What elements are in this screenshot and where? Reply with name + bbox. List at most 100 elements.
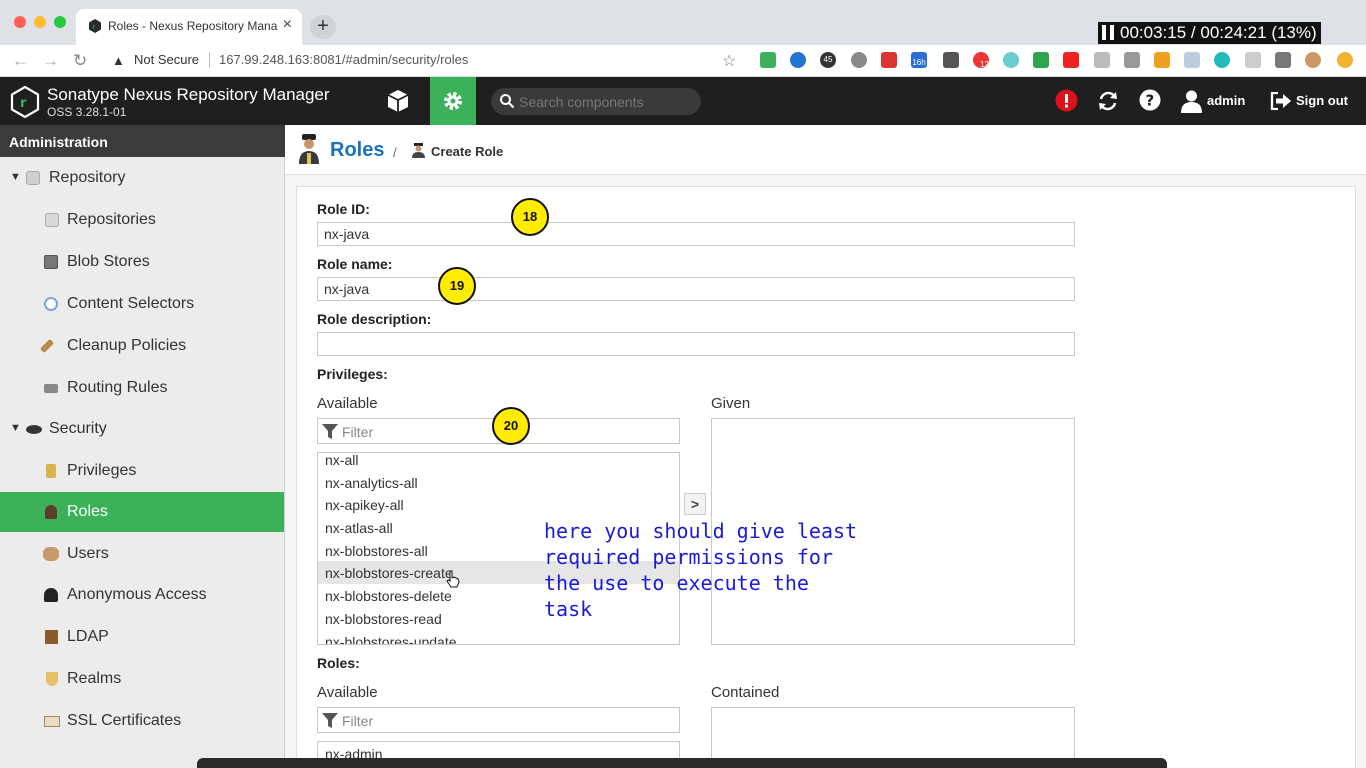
refresh-icon[interactable]	[1097, 89, 1119, 113]
create-role-icon	[412, 143, 425, 158]
filter-icon	[322, 424, 338, 439]
extension-circle-icon[interactable]	[790, 52, 806, 68]
list-item[interactable]: nx-analytics-all	[318, 471, 679, 494]
admin-sidebar: Administration ▼ Repository Repositories…	[0, 125, 285, 768]
breadcrumb-separator: /	[393, 145, 397, 160]
sidebar-item-cleanup-policies[interactable]: Cleanup Policies	[0, 326, 284, 366]
shield-icon	[46, 672, 58, 686]
move-right-button[interactable]: >	[684, 493, 706, 515]
new-tab-button[interactable]: +	[310, 15, 336, 39]
extension-drive-icon[interactable]	[1033, 52, 1049, 68]
sidebar-item-ldap[interactable]: LDAP	[0, 617, 284, 657]
breadcrumb-roles-link[interactable]: Roles	[330, 139, 384, 162]
database-icon	[45, 213, 59, 227]
sidebar-item-label: LDAP	[67, 628, 109, 645]
pause-icon[interactable]	[1102, 25, 1114, 40]
sidebar-group-repository[interactable]: ▼ Repository	[0, 158, 284, 198]
sidebar-group-security[interactable]: ▼ Security	[0, 409, 284, 449]
sidebar-item-content-selectors[interactable]: Content Selectors	[0, 284, 284, 324]
sidebar-item-users[interactable]: Users	[0, 534, 284, 574]
sign-out-icon[interactable]	[1270, 92, 1291, 110]
step-marker-19: 19	[438, 267, 476, 305]
eye-icon	[26, 425, 42, 434]
extension-45-icon[interactable]: 45	[820, 52, 836, 68]
router-icon	[44, 384, 58, 393]
not-secure-label[interactable]: Not Secure	[134, 52, 199, 67]
list-item[interactable]: nx-blobstores-update	[318, 630, 679, 644]
extension-gray-icon[interactable]	[851, 52, 867, 68]
extension-n-icon[interactable]	[760, 52, 776, 68]
sidebar-item-label: Content Selectors	[67, 295, 195, 312]
expand-caret-icon[interactable]: ▼	[10, 171, 21, 183]
certificate-icon	[44, 716, 60, 727]
bookmark-star-icon[interactable]: ☆	[722, 51, 736, 71]
username[interactable]: admin	[1207, 93, 1245, 108]
sidebar-item-label: Cleanup Policies	[67, 337, 187, 354]
sign-out-link[interactable]: Sign out	[1296, 93, 1348, 108]
sidebar-item-realms[interactable]: Realms	[0, 659, 284, 699]
main-content: Roles / Create Role Role ID: Role name: …	[285, 125, 1366, 768]
extension-bookmark-icon[interactable]	[1094, 52, 1110, 68]
sidebar-item-roles[interactable]: Roles	[0, 492, 284, 532]
tab-close-icon[interactable]: ×	[283, 16, 292, 34]
hand-cursor-icon	[446, 570, 460, 588]
screen: r Roles - Nexus Repository Mana × + 00:0…	[0, 0, 1366, 768]
roles-filter[interactable]	[317, 707, 680, 733]
administration-gear-button[interactable]	[430, 77, 476, 125]
extension-12-icon[interactable]: 12	[973, 52, 989, 68]
sidebar-item-label: Privileges	[67, 462, 137, 479]
minimize-window-button[interactable]	[34, 16, 46, 28]
url-field[interactable]: 167.99.248.163:8081/#admin/security/role…	[219, 52, 468, 67]
step-marker-18: 18	[511, 198, 549, 236]
database-icon	[26, 171, 40, 185]
sidebar-item-label: Roles	[67, 503, 108, 520]
list-item[interactable]: nx-all	[318, 453, 679, 471]
sidebar-item-blob-stores[interactable]: Blob Stores	[0, 242, 284, 282]
profile-avatar-icon[interactable]	[1305, 52, 1321, 68]
sidebar-item-label: Anonymous Access	[67, 586, 207, 603]
update-icon[interactable]	[1337, 52, 1353, 68]
url-divider	[209, 52, 210, 68]
extension-red-icon[interactable]	[881, 52, 897, 68]
extension-play-icon[interactable]	[1063, 52, 1079, 68]
extension-m-icon[interactable]	[1214, 52, 1230, 68]
extension-s-icon[interactable]	[943, 52, 959, 68]
back-arrow-icon[interactable]: ←	[12, 51, 29, 71]
extension-16h-icon[interactable]: 16h	[911, 52, 927, 68]
role-name-input[interactable]	[317, 277, 1075, 301]
expand-caret-icon[interactable]: ▼	[10, 422, 21, 434]
forward-arrow-icon[interactable]: →	[42, 51, 59, 71]
privileges-given-label: Given	[711, 395, 751, 412]
extension-c-icon[interactable]	[1245, 52, 1261, 68]
close-window-button[interactable]	[14, 16, 26, 28]
sidebar-item-privileges[interactable]: Privileges	[0, 451, 284, 491]
maximize-window-button[interactable]	[54, 16, 66, 28]
role-description-input[interactable]	[317, 332, 1075, 356]
extension-orange-icon[interactable]	[1154, 52, 1170, 68]
sidebar-item-repositories[interactable]: Repositories	[0, 200, 284, 240]
sidebar-item-label: Repository	[49, 169, 126, 186]
sidebar-item-anonymous-access[interactable]: Anonymous Access	[0, 575, 284, 615]
sidebar-item-routing-rules[interactable]: Routing Rules	[0, 368, 284, 408]
role-id-input[interactable]	[317, 222, 1075, 246]
sidebar-item-ssl-certificates[interactable]: SSL Certificates	[0, 701, 284, 741]
help-icon[interactable]: ?	[1139, 89, 1161, 111]
svg-text:?: ?	[1146, 92, 1155, 110]
role-id-label: Role ID:	[317, 201, 370, 217]
user-icon[interactable]	[1181, 89, 1202, 113]
macos-dock	[197, 758, 1167, 768]
roles-filter-input[interactable]	[342, 712, 672, 729]
browse-cube-icon[interactable]	[385, 88, 411, 114]
system-alert-icon[interactable]	[1055, 89, 1078, 112]
extension-atom-icon[interactable]	[1003, 52, 1019, 68]
warning-icon[interactable]: ▲	[112, 53, 125, 68]
search-components[interactable]	[491, 88, 701, 115]
reload-icon[interactable]: ↻	[73, 51, 87, 71]
extension-grid-icon[interactable]	[1184, 52, 1200, 68]
search-input[interactable]	[519, 92, 694, 111]
list-item[interactable]: nx-apikey-all	[318, 493, 679, 516]
extension-tool-icon[interactable]	[1124, 52, 1140, 68]
time-separator: /	[1190, 23, 1196, 42]
extensions-puzzle-icon[interactable]	[1275, 52, 1291, 68]
browser-tab[interactable]: r Roles - Nexus Repository Mana ×	[76, 9, 302, 45]
